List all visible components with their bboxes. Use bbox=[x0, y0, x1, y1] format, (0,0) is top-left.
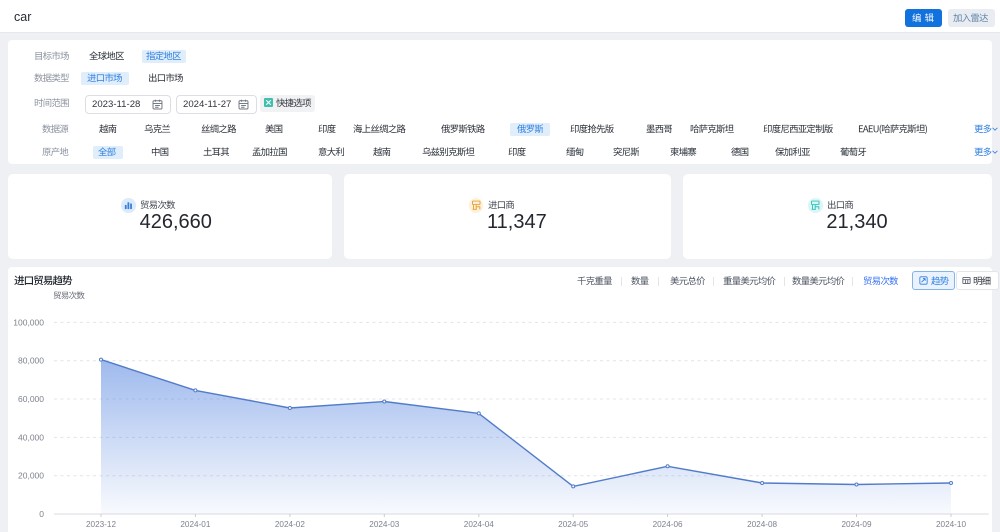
svg-text:0: 0 bbox=[39, 509, 44, 519]
svg-text:2024-09: 2024-09 bbox=[841, 520, 871, 529]
svg-text:2024-02: 2024-02 bbox=[275, 520, 305, 529]
svg-text:20,000: 20,000 bbox=[18, 471, 44, 481]
svg-text:60,000: 60,000 bbox=[18, 394, 44, 404]
svg-text:2024-05: 2024-05 bbox=[558, 520, 588, 529]
svg-text:2024-03: 2024-03 bbox=[369, 520, 399, 529]
svg-text:100,000: 100,000 bbox=[13, 317, 44, 327]
svg-text:2024-01: 2024-01 bbox=[180, 520, 210, 529]
svg-text:40,000: 40,000 bbox=[18, 432, 44, 442]
svg-text:2024-06: 2024-06 bbox=[653, 520, 683, 529]
svg-text:2024-08: 2024-08 bbox=[747, 520, 777, 529]
svg-text:2024-10: 2024-10 bbox=[936, 520, 966, 529]
svg-text:2023-12: 2023-12 bbox=[86, 520, 116, 529]
svg-text:2024-04: 2024-04 bbox=[464, 520, 494, 529]
svg-text:80,000: 80,000 bbox=[18, 356, 44, 366]
